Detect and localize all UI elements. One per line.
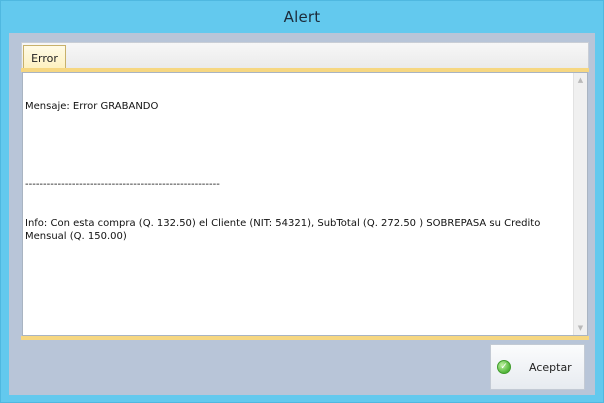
dialog-body: Error Mensaje: Error GRABANDO ----------… <box>9 33 595 395</box>
scroll-up-icon[interactable]: ▲ <box>574 73 587 87</box>
check-circle-icon: ✓ <box>497 360 511 374</box>
tab-error[interactable]: Error <box>23 45 66 70</box>
accept-button-label: Aceptar <box>529 360 572 374</box>
scroll-down-icon[interactable]: ▼ <box>574 321 587 335</box>
message-panel: Mensaje: Error GRABANDO ----------------… <box>22 72 588 336</box>
tab-control: Error Mensaje: Error GRABANDO ----------… <box>21 42 589 342</box>
message-line <box>25 139 572 152</box>
tab-accent-line-bottom <box>21 336 589 340</box>
message-divider: ----------------------------------------… <box>25 179 220 190</box>
message-info: Info: Con esta compra (Q. 132.50) el Cli… <box>25 218 541 242</box>
window-title: Alert <box>283 8 321 26</box>
vertical-scrollbar[interactable]: ▲ ▼ <box>573 73 587 335</box>
tab-strip: Error <box>21 42 589 70</box>
message-textbox[interactable]: Mensaje: Error GRABANDO ----------------… <box>23 73 574 335</box>
accept-button[interactable]: ✓ Aceptar <box>490 344 585 390</box>
title-bar[interactable]: Alert <box>1 1 603 33</box>
alert-window: Alert Error Mensaje: Error GRABANDO ----… <box>0 0 604 403</box>
message-line: Mensaje: Error GRABANDO <box>25 101 159 112</box>
